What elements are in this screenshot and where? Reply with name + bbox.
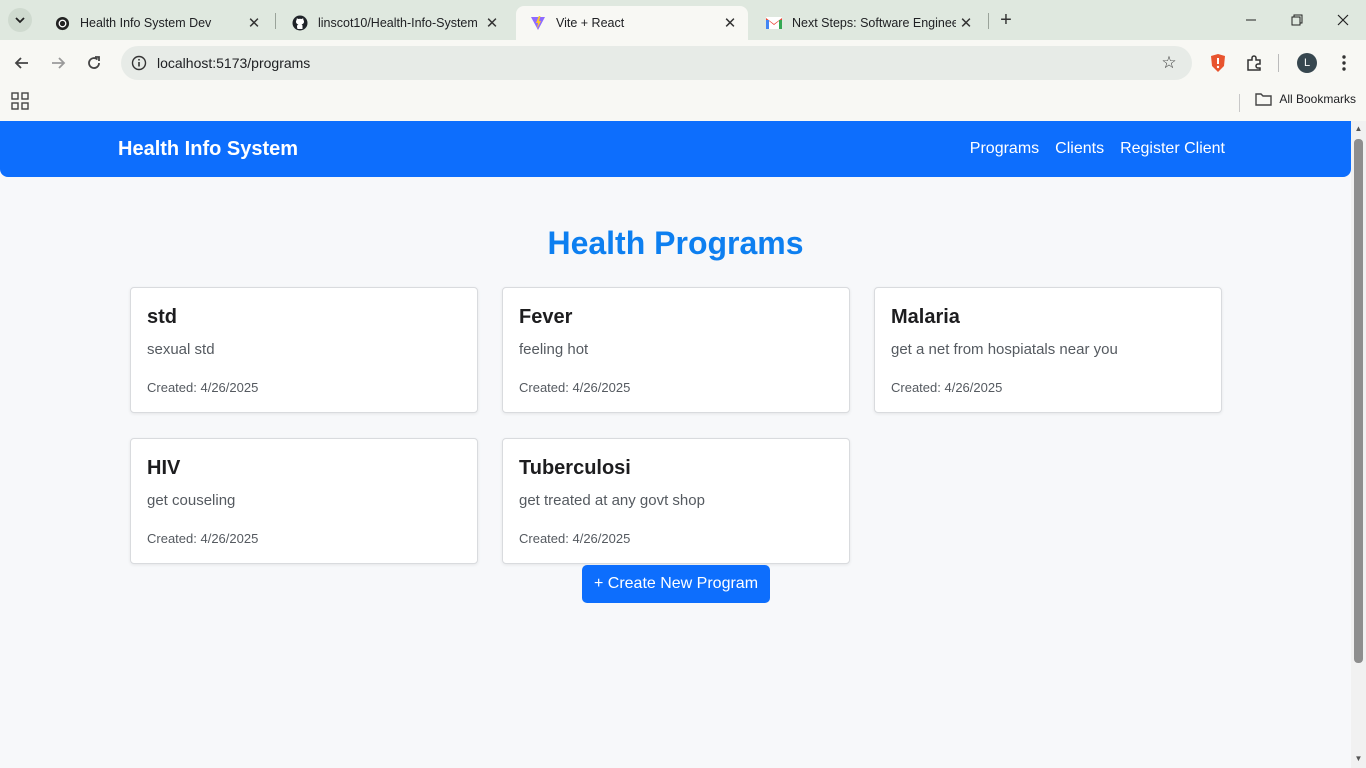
- program-description: sexual std: [147, 341, 215, 358]
- tab-title: linscot10/Health-Info-System: [318, 16, 478, 30]
- program-card[interactable]: Malaria get a net from hospiatals near y…: [874, 287, 1222, 413]
- arrow-right-icon: [52, 57, 66, 69]
- minimize-button[interactable]: [1228, 0, 1274, 40]
- plus-icon: +: [1000, 8, 1012, 31]
- openai-icon: [54, 15, 70, 31]
- page-title: Health Programs: [547, 225, 804, 261]
- reload-button[interactable]: [80, 49, 108, 77]
- vite-icon: [530, 15, 546, 31]
- nav-link-programs[interactable]: Programs: [970, 140, 1039, 158]
- bookmarks-bar: All Bookmarks: [0, 86, 1366, 121]
- tab-github[interactable]: linscot10/Health-Info-System ✕: [278, 6, 510, 40]
- toolbar-divider: [1278, 54, 1279, 72]
- tab-gmail[interactable]: Next Steps: Software Engineerin ✕: [752, 6, 984, 40]
- close-icon[interactable]: ✕: [720, 13, 740, 33]
- tab-search-button[interactable]: [8, 8, 32, 32]
- gmail-icon: [766, 15, 782, 31]
- close-icon[interactable]: ✕: [244, 13, 264, 33]
- url-text[interactable]: localhost:5173/programs: [157, 55, 310, 71]
- all-bookmarks-button[interactable]: All Bookmarks: [1255, 92, 1356, 106]
- close-window-button[interactable]: [1320, 0, 1366, 40]
- scrollbar-thumb[interactable]: [1354, 139, 1363, 663]
- program-created-date: Created: 4/26/2025: [519, 380, 631, 395]
- program-description: get couseling: [147, 492, 236, 509]
- address-bar[interactable]: localhost:5173/programs ☆: [121, 46, 1192, 80]
- program-name: HIV: [147, 457, 181, 479]
- program-created-date: Created: 4/26/2025: [147, 380, 259, 395]
- program-card[interactable]: HIV get couseling Created: 4/26/2025: [130, 438, 478, 564]
- program-description: get treated at any govt shop: [519, 492, 705, 509]
- tab-title: Vite + React: [556, 16, 625, 30]
- program-created-date: Created: 4/26/2025: [891, 380, 1003, 395]
- bookmark-star-icon[interactable]: ☆: [1158, 52, 1180, 74]
- all-bookmarks-label: All Bookmarks: [1279, 92, 1356, 106]
- arrow-left-icon: [14, 57, 28, 69]
- new-tab-button[interactable]: +: [994, 8, 1018, 32]
- profile-initial: L: [1303, 57, 1311, 69]
- app-navbar: Health Info System Programs Clients Regi…: [0, 121, 1351, 177]
- close-icon: [1337, 14, 1349, 26]
- program-card[interactable]: Fever feeling hot Created: 4/26/2025: [502, 287, 850, 413]
- program-name: std: [147, 306, 177, 328]
- tab-separator: [275, 13, 276, 29]
- program-created-date: Created: 4/26/2025: [147, 531, 259, 546]
- brave-shield-icon[interactable]: [1206, 51, 1230, 75]
- page-scrollbar[interactable]: ▲ ▼: [1351, 121, 1366, 768]
- create-program-button[interactable]: + Create New Program: [582, 565, 770, 603]
- chevron-down-icon: [15, 17, 25, 24]
- close-icon[interactable]: ✕: [482, 13, 502, 33]
- folder-icon: [1255, 93, 1273, 106]
- tab-strip: Health Info System Dev ✕ linscot10/Healt…: [0, 0, 1366, 40]
- nav-link-register-client[interactable]: Register Client: [1120, 140, 1225, 158]
- back-button[interactable]: [8, 49, 36, 77]
- site-info-icon[interactable]: [129, 53, 149, 73]
- github-icon: [292, 15, 308, 31]
- program-name: Malaria: [891, 306, 960, 328]
- profile-avatar[interactable]: L: [1295, 51, 1319, 75]
- program-name: Tuberculosi: [519, 457, 631, 479]
- tab-title: Health Info System Dev: [80, 16, 212, 30]
- nav-links: Programs Clients Register Client: [970, 140, 1225, 158]
- program-card[interactable]: std sexual std Created: 4/26/2025: [130, 287, 478, 413]
- apps-grid-icon[interactable]: [11, 92, 29, 110]
- browser-menu-button[interactable]: [1332, 51, 1356, 75]
- reload-icon: [88, 56, 100, 69]
- page-viewport: Health Info System Programs Clients Regi…: [0, 121, 1351, 768]
- nav-link-clients[interactable]: Clients: [1055, 140, 1104, 158]
- tab-separator: [988, 13, 989, 29]
- bookmarks-divider: [1239, 94, 1240, 112]
- minimize-icon: [1246, 19, 1256, 21]
- program-name: Fever: [519, 306, 573, 328]
- scroll-up-arrow-icon[interactable]: ▲: [1354, 124, 1363, 133]
- restore-button[interactable]: [1274, 0, 1320, 40]
- browser-toolbar: localhost:5173/programs ☆ L: [0, 40, 1366, 86]
- close-icon[interactable]: ✕: [956, 13, 976, 33]
- program-created-date: Created: 4/26/2025: [519, 531, 631, 546]
- program-description: feeling hot: [519, 341, 589, 358]
- extensions-icon[interactable]: [1242, 51, 1266, 75]
- more-vert-icon: [1342, 55, 1346, 71]
- restore-icon: [1291, 14, 1303, 26]
- forward-button[interactable]: [44, 49, 72, 77]
- program-card[interactable]: Tuberculosi get treated at any govt shop…: [502, 438, 850, 564]
- tab-health-info-dev[interactable]: Health Info System Dev ✕: [40, 6, 272, 40]
- brand-logo[interactable]: Health Info System: [118, 138, 298, 161]
- tab-title: Next Steps: Software Engineerin: [792, 16, 956, 30]
- scroll-down-arrow-icon[interactable]: ▼: [1354, 754, 1363, 763]
- program-description: get a net from hospiatals near you: [891, 341, 1118, 358]
- tab-vite-react[interactable]: Vite + React ✕: [516, 6, 748, 40]
